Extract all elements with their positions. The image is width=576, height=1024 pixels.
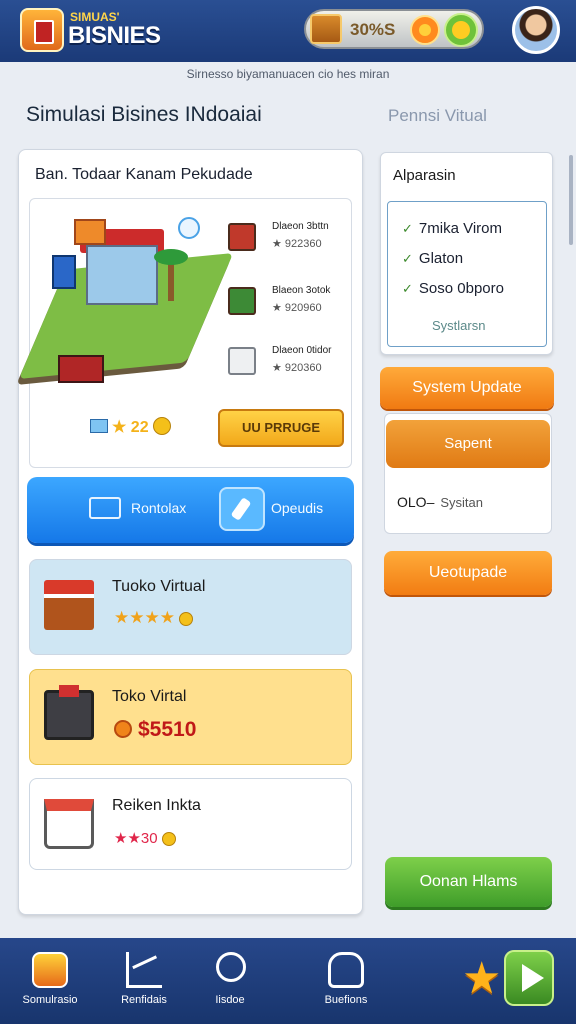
avatar[interactable]: [512, 6, 560, 54]
card-title: Reiken Inkta: [112, 797, 201, 814]
mail-icon[interactable]: [90, 419, 108, 433]
laptop-icon[interactable]: [89, 497, 121, 519]
scene-item-price: ★ 920960: [272, 302, 322, 314]
brand-title: BISNIES: [68, 22, 161, 49]
subtitle-note: Sirnesso biyamanuacen cio hes miran: [186, 67, 390, 81]
treasure-chest-icon: [310, 14, 342, 44]
side-panel-title: Alparasin: [393, 167, 456, 184]
upgrade-scene-button[interactable]: UU PRRUGE: [218, 409, 344, 447]
bot-icon: [328, 952, 364, 988]
top-bar: SIMUAS' BISNIES 30%S: [0, 0, 576, 62]
scene-item-name: Blaeon 3otok: [272, 285, 331, 296]
signature-row: OLO– Sysitan: [397, 494, 483, 510]
search-icon: [216, 952, 246, 982]
checklist: ✓ 7mika Virom ✓ Glaton ✓ Soso 0bporo Systla…: [387, 201, 547, 347]
currency-pill[interactable]: 30%S: [304, 9, 484, 49]
scene-item-price: ★ 922360: [272, 238, 322, 250]
action-bar: Rontolax Opeudis: [27, 477, 354, 543]
market-stall-icon: [228, 287, 256, 315]
home-icon: [32, 952, 68, 988]
scene-stats: ★ 22: [90, 417, 171, 437]
side-panel: Alparasin ✓ 7mika Virom ✓ Glaton ✓ Soso 0bp…: [380, 152, 553, 355]
shop-card[interactable]: Toko Virtal $5510: [29, 669, 352, 765]
shop-sign-icon: [74, 219, 106, 245]
checklist-label: 7mika Virom: [418, 220, 502, 237]
coin-icon: [178, 612, 193, 626]
card-price: $5510: [138, 718, 197, 741]
action-bar-left-label[interactable]: Rontolax: [131, 500, 186, 516]
checklist-item[interactable]: ✓ Glaton: [402, 250, 463, 267]
shop-card[interactable]: Reiken Inkta ★★30: [29, 778, 352, 870]
system-update-button[interactable]: System Update: [380, 367, 554, 409]
card-rating: ★★★★: [114, 608, 193, 628]
rating-stars: ★★30: [114, 830, 158, 847]
info-bubble-icon[interactable]: [178, 217, 200, 239]
star-icon[interactable]: ★: [462, 957, 504, 1001]
scene-item-name: Dlaeon 3bttn: [272, 221, 329, 232]
panel-title: Ban. Todaar Kanam Pekudade: [35, 166, 253, 183]
confirm-button[interactable]: Oonan Hlams: [385, 857, 552, 907]
action-bar-right-label[interactable]: Opeudis: [271, 500, 323, 516]
signature-panel: Sapent OLO– Sysitan: [384, 413, 552, 534]
signature-text: OLO–: [397, 494, 435, 510]
scene-item-name: Dlaeon 0tidor: [272, 345, 332, 356]
app-logo-icon[interactable]: [20, 8, 64, 52]
tab-virtual[interactable]: Pennsi Vitual: [388, 106, 487, 126]
card-title: Tuoko Virtual: [112, 578, 206, 595]
shop-building-icon[interactable]: [86, 245, 158, 305]
shop-card[interactable]: Tuoko Virtual ★★★★: [29, 559, 352, 655]
add-coin-icon[interactable]: [444, 13, 478, 47]
checklist-item[interactable]: ✓ Soso 0bporo: [402, 280, 504, 297]
check-icon: ✓: [402, 221, 413, 236]
nav-label: Renfidais: [121, 994, 167, 1006]
market-stall-icon: [44, 580, 94, 630]
storefront-icon: [228, 223, 256, 251]
scrollbar[interactable]: [569, 155, 573, 245]
nav-item-reports[interactable]: Renfidais: [94, 938, 194, 1024]
upgrade-button[interactable]: Ueotupade: [384, 551, 552, 595]
play-icon[interactable]: [504, 950, 554, 1006]
rating-stars: ★★★★: [114, 608, 175, 627]
scene-item[interactable]: Dlaeon 3bttn ★ 922360: [228, 217, 348, 257]
edit-icon[interactable]: [219, 487, 265, 531]
card-title: Toko Virtal: [112, 688, 187, 705]
coin-icon: [114, 720, 132, 738]
check-icon: ✓: [402, 281, 413, 296]
nav-label: Buefions: [324, 994, 368, 1006]
main-panel: Ban. Todaar Kanam Pekudade Dlaeon 3bttn …: [18, 149, 363, 915]
palm-tree-icon: [154, 249, 188, 301]
nav-item-home[interactable]: Somulrasio: [0, 938, 100, 1024]
shopping-cart-icon: [228, 347, 256, 375]
coin-icon: [161, 832, 176, 846]
sapent-button[interactable]: Sapent: [386, 420, 550, 468]
currency-value: 30%S: [350, 20, 396, 39]
nav-item-bot[interactable]: Buefions: [296, 938, 396, 1024]
chart-icon: [126, 952, 162, 988]
scene-item[interactable]: Dlaeon 0tidor ★ 920360: [228, 341, 348, 381]
nav-label: Iisdoe: [215, 994, 245, 1006]
checklist-footer: Systlarsn: [432, 318, 486, 333]
card-rating: ★★30: [114, 829, 176, 847]
nav-item-search[interactable]: Iisdoe: [180, 938, 280, 1024]
bin-icon: [44, 685, 94, 740]
checklist-label: Glaton: [418, 250, 464, 267]
coin-icon: [410, 15, 440, 45]
checklist-label: Soso 0bporo: [418, 280, 504, 297]
bottom-nav: Somulrasio Renfidais Iisdoe Buefions ★: [0, 938, 576, 1024]
scene-item-price: ★ 920360: [272, 362, 322, 374]
checklist-item[interactable]: ✓ 7mika Virom: [402, 220, 502, 237]
billboard-icon: [52, 255, 76, 289]
rating-stat: ★ 22: [112, 419, 149, 436]
crate-icon: [58, 355, 104, 383]
signature-label: Sysitan: [440, 495, 483, 510]
check-icon: ✓: [402, 251, 413, 266]
nav-label: Somulrasio: [22, 994, 78, 1006]
coin-icon: [152, 417, 171, 435]
scene-item[interactable]: Blaeon 3otok ★ 920960: [228, 281, 348, 321]
page-title: Simulasi Bisines INdoaiai: [26, 103, 262, 126]
business-scene[interactable]: Dlaeon 3bttn ★ 922360 Blaeon 3otok ★ 920…: [18, 198, 352, 468]
shopping-cart-icon: [44, 799, 94, 849]
